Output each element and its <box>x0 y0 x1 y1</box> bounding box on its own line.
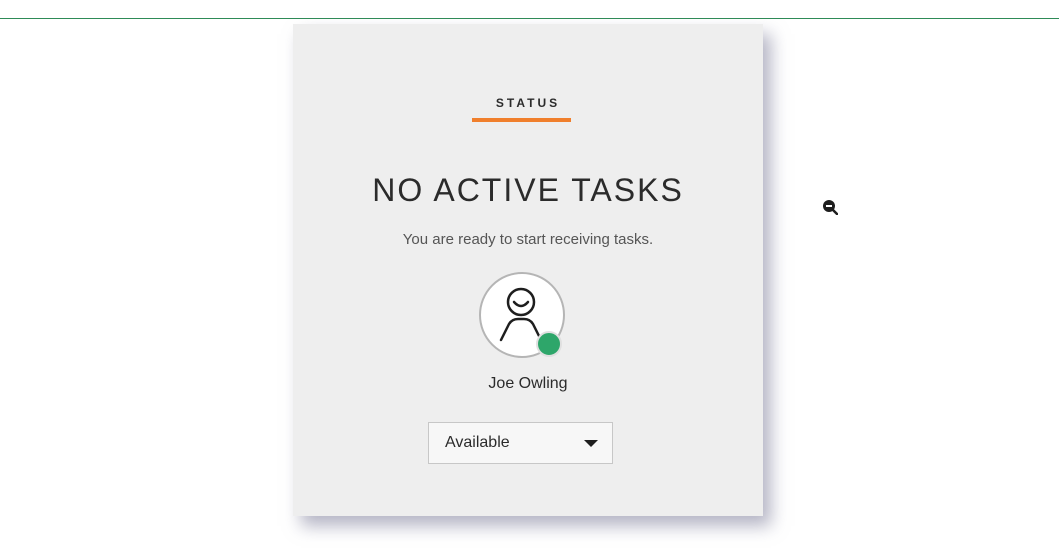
availability-select-value: Available <box>445 434 510 451</box>
presence-status-dot <box>536 331 562 357</box>
user-name: Joe Owling <box>488 375 568 392</box>
caret-down-icon <box>584 440 598 447</box>
user-outline-icon <box>499 287 543 342</box>
status-heading-underline <box>472 118 571 122</box>
status-heading: STATUS <box>495 96 561 110</box>
top-divider <box>0 18 1059 19</box>
page-title: NO ACTIVE TASKS <box>372 172 684 208</box>
status-message: You are ready to start receiving tasks. <box>402 231 654 248</box>
zoom-out-icon <box>823 200 838 215</box>
status-card: STATUS NO ACTIVE TASKS You are ready to … <box>293 24 763 516</box>
availability-select[interactable]: Available <box>428 422 613 464</box>
